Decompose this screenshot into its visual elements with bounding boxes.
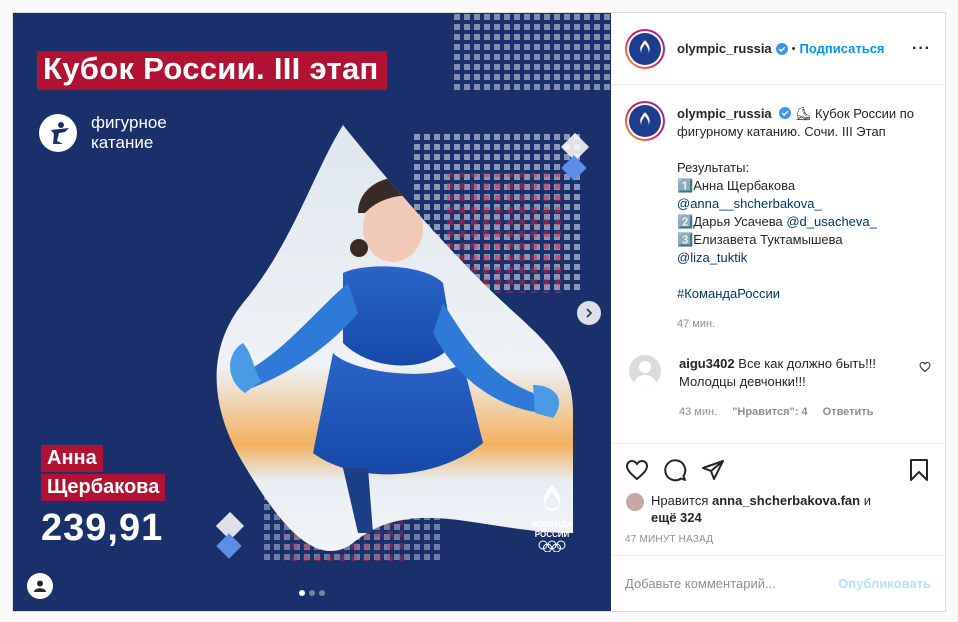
post-actions: Нравится anna_shcherbakova.fan и ещё 324… — [611, 443, 945, 555]
likes-middle: и — [860, 493, 871, 508]
athlete-first-name: Анна — [41, 445, 103, 472]
likes-others-count[interactable]: ещё 324 — [651, 510, 702, 525]
slide-dot — [309, 590, 315, 596]
comment-likes[interactable]: "Нравится": 4 — [732, 406, 807, 418]
caption-username[interactable]: olympic_russia — [677, 106, 772, 121]
flame-icon — [543, 485, 561, 511]
comment-body: aigu3402 Все как должно быть!!! Молодцы … — [679, 355, 919, 421]
liker-avatar[interactable] — [625, 492, 645, 512]
sport-line-2: катание — [91, 133, 154, 152]
verified-badge-icon — [775, 42, 788, 55]
athlete-name: Анна Щербакова — [41, 445, 166, 503]
tagged-users-button[interactable] — [27, 573, 53, 599]
default-avatar-icon — [633, 361, 657, 387]
caption-avatar[interactable] — [625, 101, 665, 141]
likes-summary: Нравится anna_shcherbakova.fan и ещё 324 — [625, 492, 931, 526]
author-username[interactable]: olympic_russia — [677, 41, 772, 56]
comment-like-heart-icon[interactable] — [919, 361, 931, 373]
author-avatar[interactable] — [625, 28, 665, 69]
result-2-handle[interactable]: @d_usacheva_ — [786, 214, 877, 229]
skate-emoji: ⛸ — [794, 106, 812, 121]
team-line-1: КОМАНДА — [531, 520, 573, 529]
liker-username[interactable]: anna_shcherbakova.fan — [712, 493, 860, 508]
user-icon — [34, 580, 46, 592]
result-3-handle[interactable]: @liza_tuktik — [677, 249, 931, 267]
team-russia-logo: КОМАНДА РОССИИ — [521, 483, 583, 555]
next-slide-button[interactable] — [577, 301, 601, 325]
result-1-name: Анна Щербакова — [693, 178, 796, 193]
caption-row: olympic_russia ⛸ Кубок России по фигурно… — [625, 101, 931, 333]
post-header: olympic_russia • Подписаться ··· — [611, 13, 945, 85]
olympic-russia-logo-icon — [640, 112, 650, 127]
posted-time[interactable]: 47 МИНУТ НАЗАД — [625, 534, 931, 545]
result-1-number: 1️⃣ — [677, 178, 694, 193]
reply-button[interactable]: Ответить — [823, 406, 874, 418]
publish-button[interactable]: Опубликовать — [838, 576, 931, 591]
athlete-score: 239,91 — [41, 507, 164, 549]
post-media[interactable]: Кубок России. III этап фигурное катание … — [13, 13, 611, 611]
comment-time[interactable]: 43 мин. — [679, 406, 717, 418]
result-2-number: 2️⃣ — [677, 214, 694, 229]
hashtag-link[interactable]: #КомандаРоссии — [677, 285, 931, 303]
olympic-rings-icon — [538, 540, 566, 553]
comments-area[interactable]: olympic_russia ⛸ Кубок России по фигурно… — [611, 85, 945, 443]
post-sidebar: olympic_russia • Подписаться ··· olympic… — [611, 13, 945, 611]
result-3-number: 3️⃣ — [677, 232, 694, 247]
sport-label: фигурное катание — [39, 113, 167, 153]
separator-dot: • — [791, 42, 796, 55]
slide-indicator — [299, 590, 325, 596]
chevron-right-icon — [586, 308, 593, 318]
verified-badge-icon — [779, 107, 792, 119]
save-bookmark-icon[interactable] — [907, 458, 931, 482]
instagram-post: Кубок России. III этап фигурное катание … — [12, 12, 946, 612]
add-comment-bar: Добавьте комментарий... Опубликовать — [611, 555, 945, 611]
comment-bubble-icon[interactable] — [663, 458, 687, 482]
title-banner: Кубок России. III этап — [37, 51, 387, 90]
action-icons — [625, 456, 931, 484]
slide-dot — [319, 590, 325, 596]
follow-button[interactable]: Подписаться — [800, 41, 885, 56]
result-3-name: Елизавета Туктамышева — [693, 232, 843, 247]
share-plane-icon[interactable] — [701, 458, 725, 482]
comment-meta: 43 мин. "Нравится": 4 Ответить — [679, 403, 919, 421]
olympic-russia-logo-icon — [640, 39, 650, 54]
result-1-handle[interactable]: @anna__shcherbakova_ — [677, 195, 931, 213]
slide-dot — [299, 590, 305, 596]
commenter-avatar[interactable] — [629, 355, 661, 387]
likes-prefix: Нравится — [651, 493, 712, 508]
more-options-button[interactable]: ··· — [912, 40, 931, 58]
post-caption: olympic_russia ⛸ Кубок России по фигурно… — [677, 101, 931, 333]
athlete-last-name: Щербакова — [41, 474, 166, 501]
team-line-2: РОССИИ — [534, 530, 570, 539]
commenter-username[interactable]: aigu3402 — [679, 356, 735, 371]
caption-time[interactable]: 47 мин. — [677, 315, 931, 333]
like-heart-icon[interactable] — [625, 458, 649, 482]
result-2-name: Дарья Усачева — [693, 214, 787, 229]
figure-skating-icon — [39, 114, 77, 152]
comment-input[interactable]: Добавьте комментарий... — [625, 576, 838, 591]
sport-line-1: фигурное — [91, 113, 167, 132]
results-label: Результаты: — [677, 160, 750, 175]
comment-row: aigu3402 Все как должно быть!!! Молодцы … — [625, 355, 931, 421]
